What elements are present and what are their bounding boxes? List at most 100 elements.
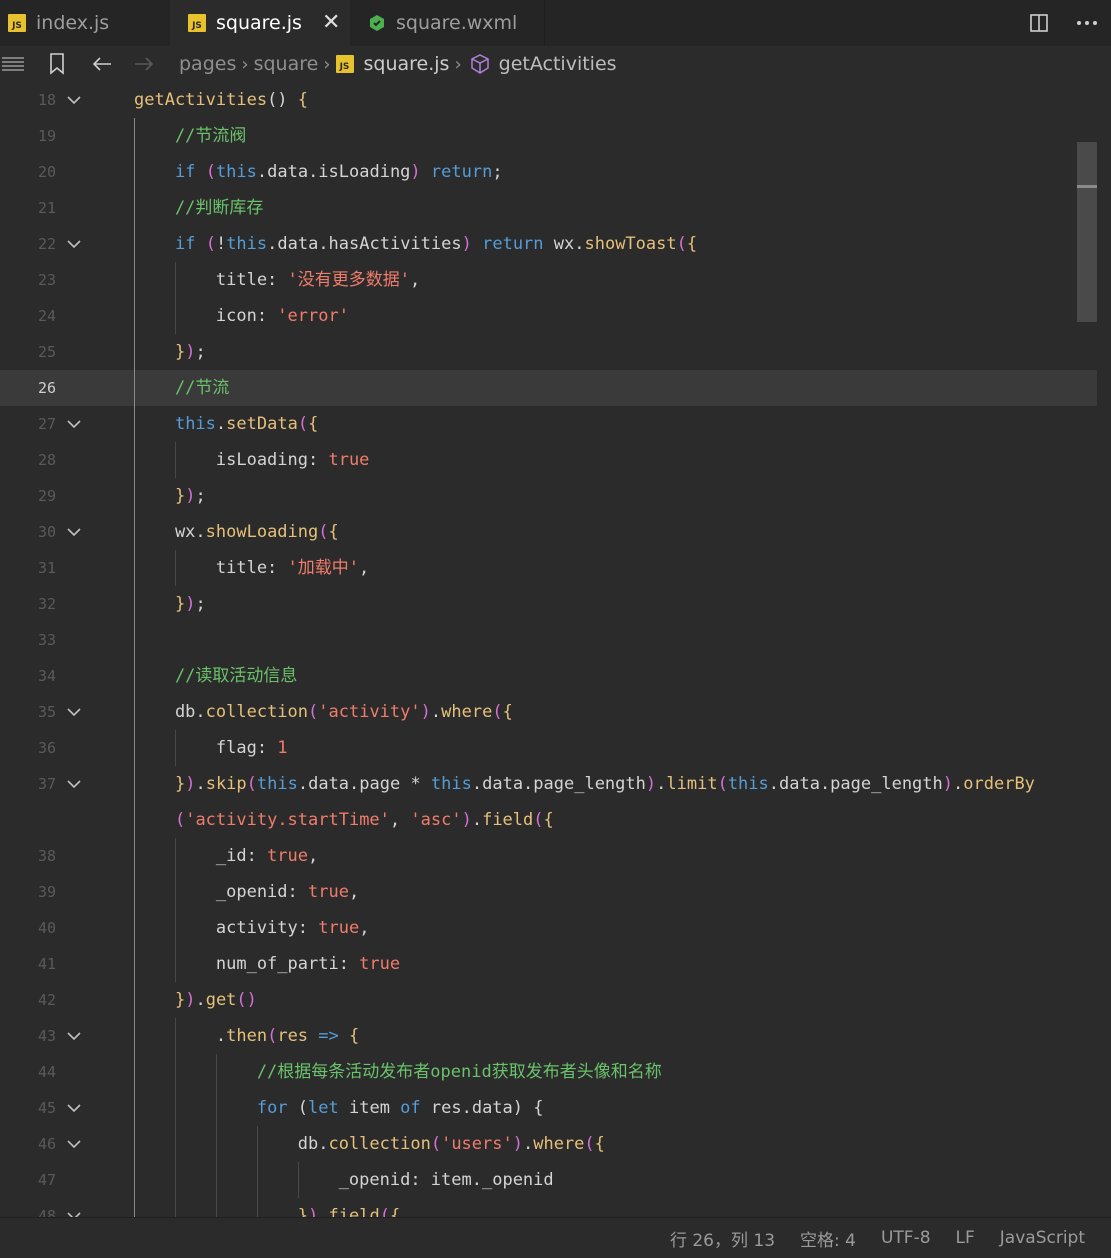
code-token: //根据每条活动发布者openid获取发布者头像和名称 <box>134 1062 662 1082</box>
code-text: //读取活动信息 <box>134 658 297 694</box>
code-line[interactable]: 37 }).skip(this.data.page * this.data.pa… <box>0 766 1097 802</box>
code-line[interactable]: 31 title: '加载中', <box>0 550 1097 586</box>
fold-chevron-icon[interactable] <box>66 92 82 108</box>
code-token: true <box>267 846 309 866</box>
code-line[interactable]: 33 <box>0 622 1097 658</box>
fold-chevron-icon[interactable] <box>66 416 82 432</box>
chevron-right-icon: › <box>241 53 249 75</box>
code-token: } <box>174 594 186 614</box>
back-arrow-icon[interactable] <box>88 46 116 82</box>
code-token: true <box>308 882 349 902</box>
line-number: 39 <box>37 883 56 901</box>
code-line[interactable]: 44 //根据每条活动发布者openid获取发布者头像和名称 <box>0 1054 1097 1090</box>
code-token: ) <box>185 774 196 794</box>
close-icon[interactable]: ✕ <box>322 12 340 34</box>
breadcrumb: pages › square › JS square.js › getActiv… <box>0 46 1111 82</box>
code-token: let <box>308 1098 339 1118</box>
code-text: db.collection('activity').where({ <box>134 694 513 730</box>
bookmark-icon[interactable] <box>26 46 88 82</box>
code-line[interactable]: 42 }).get() <box>0 982 1097 1018</box>
code-token: db. <box>134 702 206 722</box>
code-line[interactable]: 45 for (let item of res.data) { <box>0 1090 1097 1126</box>
code-line[interactable]: 38 _id: true, <box>0 838 1097 874</box>
code-token: orderBy <box>963 774 1035 794</box>
code-line[interactable]: 34 //读取活动信息 <box>0 658 1097 694</box>
code-token: true <box>359 954 401 974</box>
fold-chevron-icon[interactable] <box>66 1136 82 1152</box>
code-token: ) <box>185 486 196 506</box>
split-editor-icon[interactable] <box>1015 0 1063 46</box>
status-cursor-position[interactable]: 行 26，列 13 <box>670 1226 775 1251</box>
tab-index-js[interactable]: JS index.js <box>0 0 170 46</box>
code-token: return <box>430 162 493 182</box>
code-line[interactable]: 28 isLoading: true <box>0 442 1097 478</box>
breadcrumb-item-pages[interactable]: pages <box>179 53 236 75</box>
fold-chevron-icon[interactable] <box>66 776 82 792</box>
status-eol[interactable]: LF <box>956 1228 975 1248</box>
status-indentation[interactable]: 空格: 4 <box>800 1226 856 1251</box>
code-line[interactable]: 25 }); <box>0 334 1097 370</box>
code-line[interactable]: 19 //节流阀 <box>0 118 1097 154</box>
code-line[interactable]: 27 this.setData({ <box>0 406 1097 442</box>
code-line[interactable]: 20 if (this.data.isLoading) return; <box>0 154 1097 190</box>
status-encoding[interactable]: UTF-8 <box>881 1228 931 1248</box>
code-token: ( <box>676 234 687 254</box>
code-text: .then(res => { <box>134 1018 359 1054</box>
line-number: 34 <box>37 667 56 685</box>
more-actions-icon[interactable] <box>1063 0 1111 46</box>
fold-chevron-icon[interactable] <box>66 704 82 720</box>
code-text: icon: 'error' <box>134 298 349 334</box>
code-line[interactable]: 47 _openid: item._openid <box>0 1162 1097 1198</box>
vertical-scrollbar-thumb[interactable] <box>1077 142 1097 322</box>
code-line[interactable]: 18 getActivities() { <box>0 82 1097 118</box>
fold-chevron-icon[interactable] <box>66 236 82 252</box>
code-line[interactable]: 35 db.collection('activity').where({ <box>0 694 1097 730</box>
tab-square-js[interactable]: JS square.js ✕ <box>170 0 350 46</box>
code-token: then <box>226 1026 268 1046</box>
code-editor[interactable]: 18 getActivities() {19 //节流阀 20 if (this.d… <box>0 82 1111 1217</box>
code-line[interactable]: 32 }); <box>0 586 1097 622</box>
line-number: 19 <box>37 127 56 145</box>
status-language[interactable]: JavaScript <box>1000 1228 1085 1248</box>
code-text: }); <box>134 334 206 370</box>
code-token: ) <box>512 1134 523 1154</box>
code-line[interactable]: 41 num_of_parti: true <box>0 946 1097 982</box>
code-token: , <box>348 882 360 902</box>
code-line[interactable]: 36 flag: 1 <box>0 730 1097 766</box>
code-token: . <box>134 1026 227 1046</box>
code-text: activity: true, <box>134 910 370 946</box>
code-line[interactable]: 29 }); <box>0 478 1097 514</box>
code-token: ( <box>287 1098 309 1118</box>
code-line[interactable]: 46 db.collection('users').where({ <box>0 1126 1097 1162</box>
breadcrumb-item-symbol[interactable]: getActivities <box>499 53 617 75</box>
code-line[interactable]: 48 }).field({ <box>0 1198 1097 1217</box>
code-token: ) <box>185 594 196 614</box>
code-line[interactable]: 23 title: '没有更多数据', <box>0 262 1097 298</box>
code-line[interactable]: 43 .then(res => { <box>0 1018 1097 1054</box>
fold-chevron-icon[interactable] <box>66 1100 82 1116</box>
code-line[interactable]: ('activity.startTime', 'asc').field({ <box>0 802 1097 838</box>
code-line[interactable]: 39 _openid: true, <box>0 874 1097 910</box>
fold-chevron-icon[interactable] <box>66 1208 82 1217</box>
js-file-icon: JS <box>188 14 206 32</box>
tab-bar: JS index.js JS square.js ✕ square.wxml <box>0 0 1111 47</box>
code-text: //判断库存 <box>134 190 263 226</box>
code-line[interactable]: 30 wx.showLoading({ <box>0 514 1097 550</box>
breadcrumb-item-file[interactable]: square.js <box>364 53 450 75</box>
fold-chevron-icon[interactable] <box>66 524 82 540</box>
line-number: 29 <box>37 487 56 505</box>
code-line[interactable]: 21 //判断库存 <box>0 190 1097 226</box>
fold-chevron-icon[interactable] <box>66 1028 82 1044</box>
code-line[interactable]: 24 icon: 'error' <box>0 298 1097 334</box>
tab-square-wxml[interactable]: square.wxml <box>350 0 545 46</box>
breadcrumb-item-square[interactable]: square <box>254 53 319 75</box>
list-icon[interactable] <box>0 46 26 82</box>
code-line[interactable]: 40 activity: true, <box>0 910 1097 946</box>
line-number: 31 <box>37 559 56 577</box>
code-line[interactable]: 22 if (!this.data.hasActivities) return … <box>0 226 1097 262</box>
code-line[interactable]: 26 //节流 <box>0 370 1097 406</box>
forward-arrow-icon[interactable] <box>116 46 172 82</box>
